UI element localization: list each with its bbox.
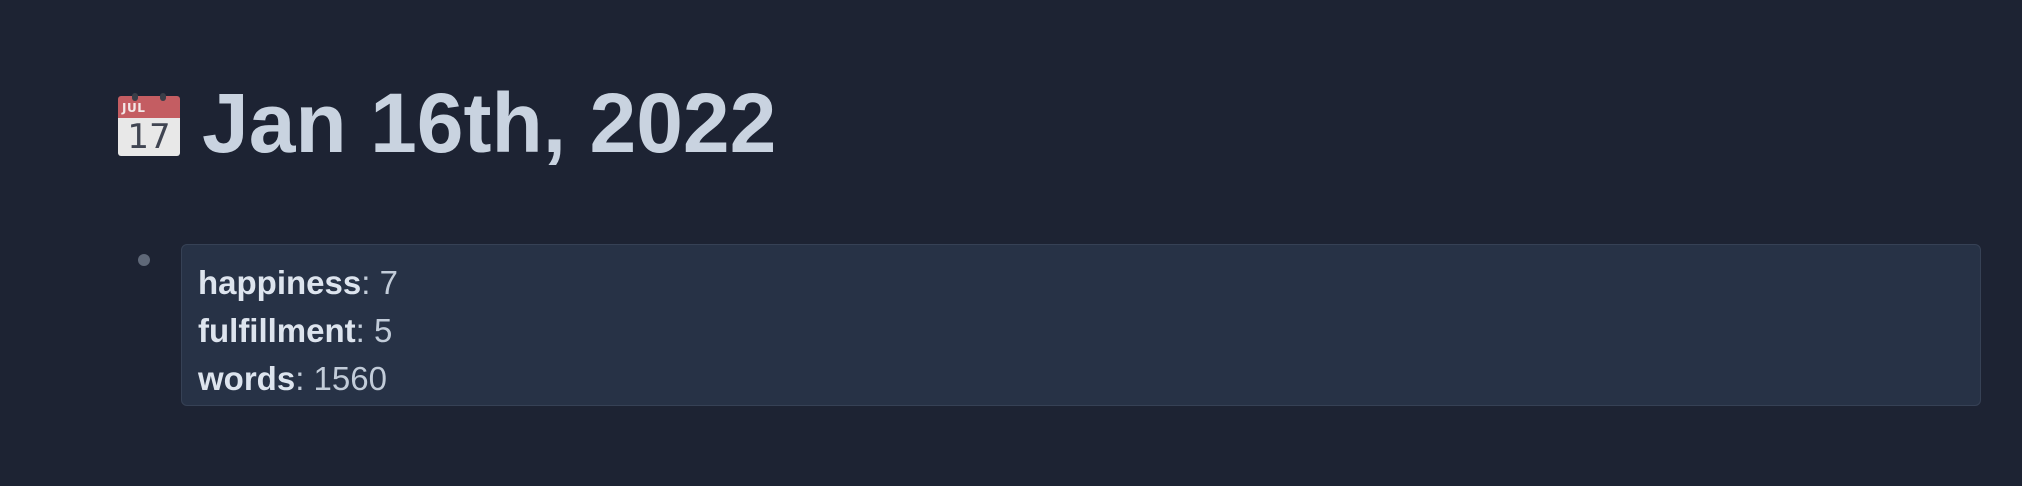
property-key[interactable]: happiness bbox=[198, 264, 361, 301]
property-value[interactable]: 7 bbox=[380, 264, 398, 301]
block-bullet[interactable] bbox=[138, 254, 150, 266]
page-title[interactable]: Jan 16th, 2022 bbox=[202, 78, 776, 168]
property-separator: : bbox=[295, 360, 305, 397]
calendar-ring-icon bbox=[160, 93, 166, 101]
calendar-ring-icon bbox=[132, 93, 138, 101]
property-separator: : bbox=[355, 312, 365, 349]
properties-block[interactable]: happiness: 7 fulfillment: 5 words: 1560 bbox=[181, 244, 1981, 406]
calendar-icon: JUL 17 bbox=[118, 93, 180, 156]
property-value[interactable]: 1560 bbox=[314, 360, 387, 397]
property-row-fulfillment[interactable]: fulfillment: 5 bbox=[182, 307, 1980, 355]
property-row-happiness[interactable]: happiness: 7 bbox=[182, 259, 1980, 307]
property-separator: : bbox=[361, 264, 371, 301]
property-key[interactable]: fulfillment bbox=[198, 312, 356, 349]
calendar-icon-body: 17 bbox=[118, 118, 180, 156]
calendar-icon-month: JUL bbox=[122, 101, 146, 115]
property-row-words[interactable]: words: 1560 bbox=[182, 355, 1980, 403]
property-key[interactable]: words bbox=[198, 360, 295, 397]
page-title-row: JUL 17 Jan 16th, 2022 bbox=[118, 78, 776, 168]
calendar-icon-day: 17 bbox=[127, 117, 171, 157]
property-value[interactable]: 5 bbox=[374, 312, 392, 349]
journal-page: JUL 17 Jan 16th, 2022 happiness: 7 fulfi… bbox=[0, 0, 2022, 486]
